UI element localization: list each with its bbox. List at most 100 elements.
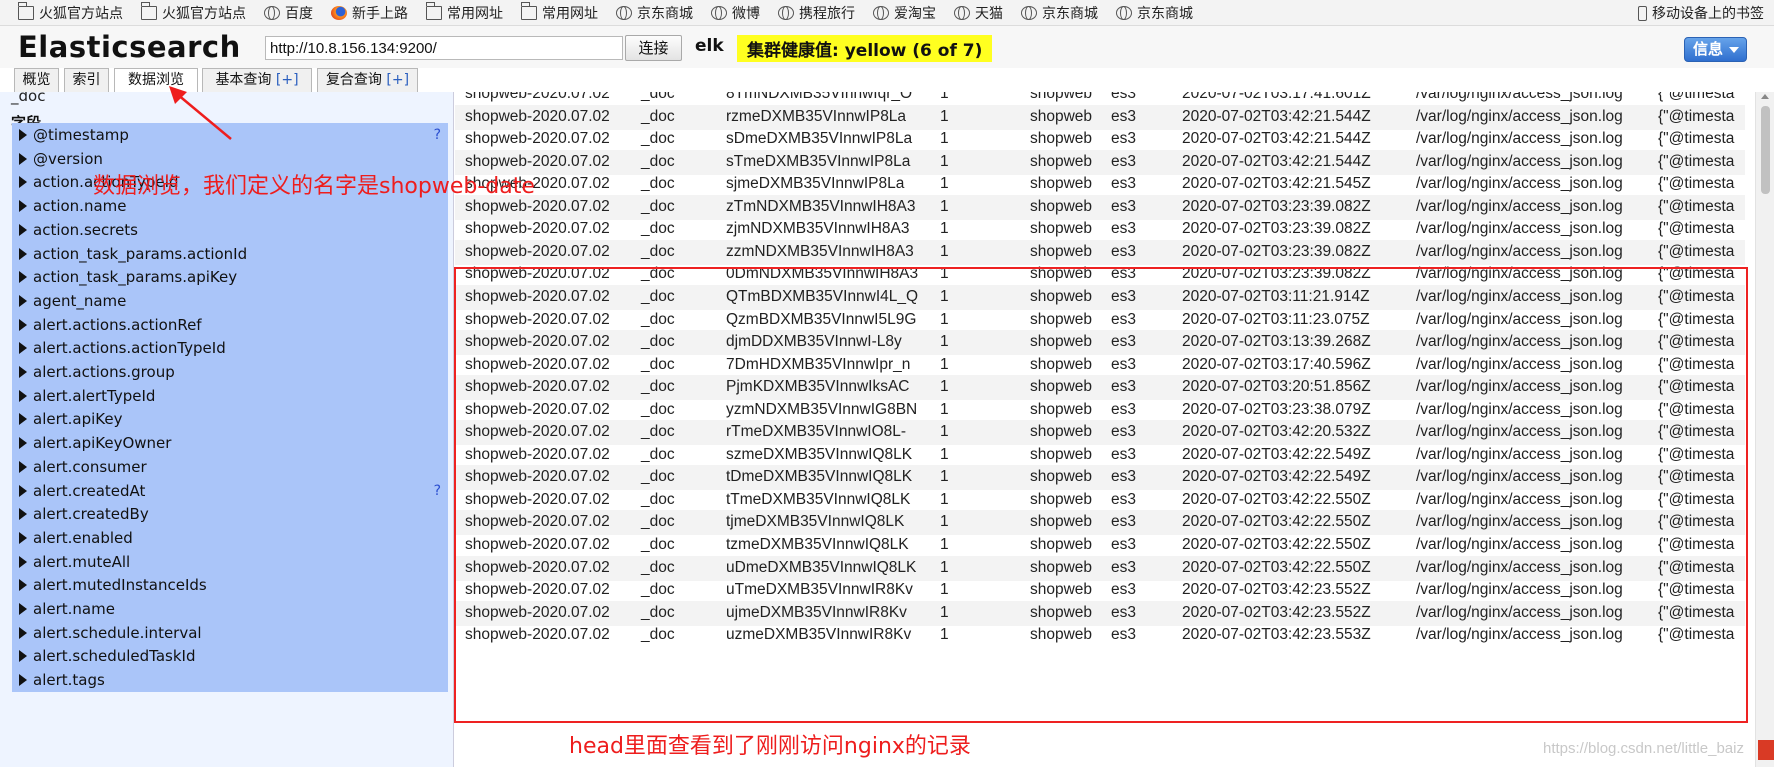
mobile-bookmarks[interactable]: 移动设备上的书签 bbox=[1638, 3, 1764, 23]
bookmark-item[interactable]: 常用网址 bbox=[520, 1, 598, 23]
field-item[interactable]: alert.name bbox=[12, 597, 448, 621]
table-row[interactable]: shopweb-2020.07.02 _doc sDmeDXMB35VInnwIP8… bbox=[455, 127, 1745, 152]
name-cell: shopweb bbox=[1030, 175, 1093, 193]
bookmark-item[interactable]: 携程旅行 bbox=[778, 3, 855, 23]
expand-triangle-icon[interactable] bbox=[19, 484, 27, 497]
field-item[interactable]: alert.schedule.interval bbox=[12, 620, 448, 645]
field-item[interactable]: alert.muteAll bbox=[12, 549, 448, 574]
sidebar-doc-type: _doc bbox=[11, 92, 46, 105]
expand-triangle-icon[interactable] bbox=[19, 342, 27, 355]
scroll-up-icon[interactable] bbox=[1761, 94, 1769, 99]
field-item[interactable]: agent_name bbox=[12, 288, 448, 313]
connect-button[interactable]: 连接 bbox=[625, 35, 682, 61]
field-item[interactable]: action_task_params.actionId bbox=[12, 241, 448, 266]
expand-triangle-icon[interactable] bbox=[19, 603, 27, 615]
expand-triangle-icon[interactable] bbox=[19, 508, 27, 521]
tab-indices[interactable]: 索引 bbox=[64, 68, 109, 92]
bookmark-item[interactable]: 爱淘宝 bbox=[873, 3, 936, 23]
expand-triangle-icon[interactable] bbox=[19, 389, 27, 402]
tab-overview[interactable]: 概览 bbox=[14, 68, 59, 92]
expand-triangle-icon[interactable] bbox=[19, 437, 27, 450]
host-cell: es3 bbox=[1111, 152, 1136, 170]
scroll-thumb[interactable] bbox=[1761, 106, 1770, 194]
bookmark-label: 爱淘宝 bbox=[894, 5, 936, 22]
bookmark-item[interactable]: 火狐官方站点 bbox=[17, 1, 123, 23]
field-item[interactable]: action_task_params.apiKey bbox=[12, 265, 448, 290]
field-item[interactable]: alert.createdAt? bbox=[12, 478, 448, 503]
table-row[interactable]: shopweb-2020.07.02 _doc zTmNDXMB35VInnwIH8… bbox=[455, 194, 1745, 220]
bookmark-item[interactable]: 微博 bbox=[711, 3, 760, 23]
annotation-top: 数据浏览，我们定义的名字是shopweb-date bbox=[93, 174, 535, 199]
expand-triangle-icon[interactable] bbox=[19, 366, 27, 378]
field-item[interactable]: alert.actions.actionRef bbox=[12, 312, 448, 337]
bookmark-item[interactable]: 京东商城 bbox=[616, 3, 693, 23]
type-cell: _doc bbox=[641, 197, 675, 215]
bookmark-label: 携程旅行 bbox=[799, 5, 855, 22]
info-button[interactable]: 信息 bbox=[1684, 37, 1747, 62]
results-scrollbar[interactable] bbox=[1755, 92, 1774, 767]
field-item[interactable]: alert.tags bbox=[12, 668, 448, 693]
folder-icon bbox=[425, 1, 442, 20]
url-input[interactable] bbox=[265, 36, 623, 60]
field-help-icon[interactable]: ? bbox=[434, 123, 441, 147]
bookmark-item[interactable]: 京东商城 bbox=[1021, 3, 1098, 23]
expand-triangle-icon[interactable] bbox=[19, 460, 27, 473]
table-row[interactable]: shopweb-2020.07.02 _doc sTmeDXMB35VInnwIP8… bbox=[455, 149, 1745, 175]
expand-triangle-icon[interactable] bbox=[19, 318, 27, 331]
name-cell: shopweb bbox=[1030, 197, 1093, 215]
field-item[interactable]: action.secrets bbox=[12, 217, 448, 242]
expand-triangle-icon[interactable] bbox=[19, 650, 27, 663]
expand-triangle-icon[interactable] bbox=[19, 176, 27, 189]
path-cell: /var/log/nginx/access_json.log bbox=[1416, 220, 1623, 238]
bookmark-item[interactable]: 新手上路 bbox=[331, 3, 408, 23]
score-cell: 1 bbox=[940, 107, 949, 125]
field-name: alert.actions.actionRef bbox=[33, 315, 202, 334]
expand-triangle-icon[interactable] bbox=[19, 674, 27, 687]
phone-icon bbox=[1638, 5, 1647, 21]
field-item[interactable]: alert.enabled bbox=[12, 525, 448, 550]
host-cell: es3 bbox=[1111, 197, 1136, 215]
field-help-icon[interactable]: ? bbox=[434, 479, 441, 503]
table-row[interactable]: shopweb-2020.07.02 _doc zzmNDXMB35VInnwIH8… bbox=[455, 239, 1745, 265]
bookmark-item[interactable]: 京东商城 bbox=[1116, 3, 1193, 23]
expand-triangle-icon[interactable] bbox=[19, 626, 27, 639]
expand-triangle-icon[interactable] bbox=[19, 129, 27, 141]
tab-add-button[interactable]: [+] bbox=[386, 72, 409, 88]
path-cell: /var/log/nginx/access_json.log bbox=[1416, 242, 1623, 260]
tab-add-button[interactable]: [+] bbox=[276, 72, 299, 88]
bookmark-item[interactable]: 天猫 bbox=[954, 3, 1003, 23]
field-item[interactable]: alert.apiKey bbox=[12, 407, 448, 432]
table-row[interactable]: shopweb-2020.07.02 _doc rzmeDXMB35VInnwIP8… bbox=[455, 104, 1745, 130]
field-item[interactable]: alert.actions.actionTypeId bbox=[12, 336, 448, 361]
field-item[interactable]: alert.mutedInstanceIds bbox=[12, 573, 448, 598]
field-item[interactable]: alert.createdBy bbox=[12, 502, 448, 527]
table-row[interactable]: shopweb-2020.07.02 _doc zjmNDXMB35VInnwIH8… bbox=[455, 217, 1745, 242]
expand-triangle-icon[interactable] bbox=[19, 247, 27, 260]
field-item[interactable]: alert.apiKeyOwner bbox=[12, 431, 448, 456]
expand-triangle-icon[interactable] bbox=[19, 200, 27, 213]
expand-triangle-icon[interactable] bbox=[19, 223, 27, 236]
field-item[interactable]: alert.scheduledTaskId bbox=[12, 644, 448, 669]
source-cell: {"@timesta bbox=[1658, 92, 1735, 102]
expand-triangle-icon[interactable] bbox=[19, 294, 27, 307]
field-item[interactable]: alert.alertTypeId bbox=[12, 383, 448, 408]
expand-triangle-icon[interactable] bbox=[19, 579, 27, 592]
expand-triangle-icon[interactable] bbox=[19, 531, 27, 544]
field-item[interactable]: alert.actions.group bbox=[12, 360, 448, 384]
field-item[interactable]: alert.consumer bbox=[12, 454, 448, 479]
expand-triangle-icon[interactable] bbox=[19, 555, 27, 568]
expand-triangle-icon[interactable] bbox=[19, 152, 27, 165]
bookmark-item[interactable]: 常用网址 bbox=[425, 1, 503, 23]
folder-icon bbox=[140, 1, 157, 20]
bookmark-item[interactable]: 百度 bbox=[264, 3, 313, 23]
tab-compound-query[interactable]: 复合查询 [+] bbox=[317, 68, 418, 92]
id-cell: zTmNDXMB35VInnwIH8A3 bbox=[726, 197, 916, 215]
table-row[interactable]: shopweb-2020.07.02 _doc sjmeDXMB35VInnwIP8… bbox=[455, 172, 1745, 197]
expand-triangle-icon[interactable] bbox=[19, 413, 27, 426]
bookmark-item[interactable]: 火狐官方站点 bbox=[140, 1, 246, 23]
expand-triangle-icon[interactable] bbox=[19, 271, 27, 284]
index-cell: shopweb-2020.07.02 bbox=[465, 130, 610, 148]
index-cell: shopweb-2020.07.02 bbox=[465, 197, 610, 215]
timestamp-cell: 2020-07-02T03:23:39.082Z bbox=[1182, 197, 1371, 215]
highlight-box bbox=[454, 267, 1748, 723]
